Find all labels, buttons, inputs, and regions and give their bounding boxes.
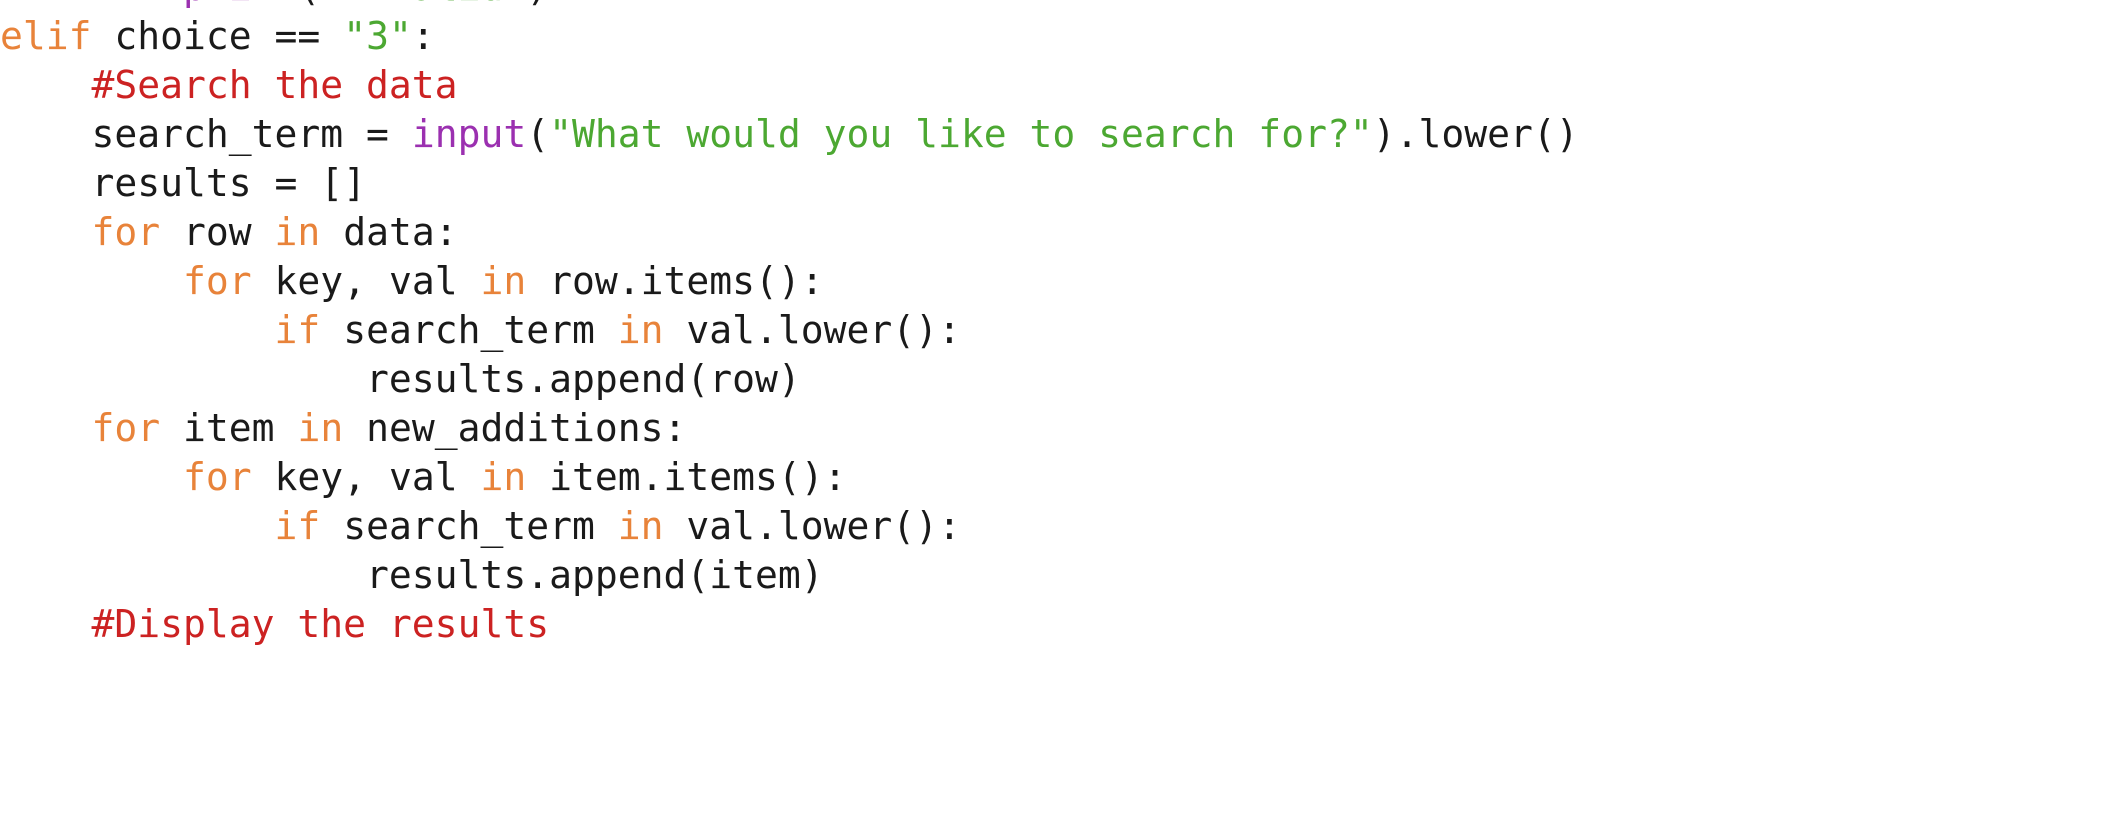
code-token-comment: #Search the data <box>91 63 458 107</box>
code-token-keyword: in <box>480 455 527 499</box>
code-token-keyword: in <box>480 259 527 303</box>
code-token-keyword: if <box>274 308 321 352</box>
code-token-default <box>0 406 92 450</box>
code-line: elif choice == "3": <box>0 12 2110 61</box>
code-token-default <box>0 63 92 107</box>
code-line: #Search the data <box>0 61 2110 110</box>
code-token-default: row <box>160 210 275 254</box>
code-token-keyword: in <box>274 210 321 254</box>
code-token-default <box>0 455 183 499</box>
code-token-default: results.append(item) <box>0 553 824 597</box>
code-line: search_term = input("What would you like… <box>0 110 2110 159</box>
code-line: for item in new_additions: <box>0 404 2110 453</box>
code-line-list: print("Invalid")elif choice == "3": #Sea… <box>0 0 2110 649</box>
code-token-keyword: elif <box>0 14 92 58</box>
code-token-default <box>0 602 92 646</box>
code-token-default: key, val <box>251 455 481 499</box>
code-token-string: "What would you like to search for?" <box>549 112 1373 156</box>
code-line: #Display the results <box>0 600 2110 649</box>
code-token-builtin: print <box>183 0 297 9</box>
code-token-default: key, val <box>251 259 481 303</box>
code-line: for key, val in item.items(): <box>0 453 2110 502</box>
code-token-default: search_term <box>320 308 618 352</box>
code-token-default: val.lower(): <box>663 308 961 352</box>
code-line: results.append(row) <box>0 355 2110 404</box>
code-token-default: ) <box>526 0 549 9</box>
code-line: for key, val in row.items(): <box>0 257 2110 306</box>
code-token-default <box>0 259 183 303</box>
code-token-default <box>0 210 92 254</box>
code-token-default: ( <box>526 112 550 156</box>
code-token-default: item <box>160 406 298 450</box>
code-token-builtin: input <box>411 112 527 156</box>
code-line: results = [] <box>0 159 2110 208</box>
code-token-keyword: for <box>183 455 252 499</box>
code-token-default: results.append(row) <box>0 357 801 401</box>
code-token-default: search_term <box>320 504 618 548</box>
code-token-keyword: in <box>617 504 664 548</box>
code-token-keyword: in <box>297 406 344 450</box>
code-token-default <box>0 0 183 9</box>
code-token-string: "3" <box>343 14 412 58</box>
code-token-keyword: for <box>91 406 161 450</box>
code-line: results.append(item) <box>0 551 2110 600</box>
code-token-default: data: <box>320 210 458 254</box>
code-token-default: : <box>411 14 435 58</box>
code-line: if search_term in val.lower(): <box>0 306 2110 355</box>
code-token-default: results = [] <box>0 161 367 205</box>
code-token-keyword: for <box>183 259 252 303</box>
code-token-default: val.lower(): <box>663 504 961 548</box>
code-token-default <box>0 504 275 548</box>
code-token-default: ).lower() <box>1372 112 1579 156</box>
code-token-keyword: for <box>91 210 161 254</box>
code-editor-surface[interactable]: print("Invalid")elif choice == "3": #Sea… <box>0 0 2110 816</box>
code-line: if search_term in val.lower(): <box>0 502 2110 551</box>
code-line: for row in data: <box>0 208 2110 257</box>
code-line: print("Invalid") <box>0 0 2110 12</box>
code-token-default: choice == <box>91 14 344 58</box>
code-token-default: search_term = <box>0 112 412 156</box>
code-token-comment: #Display the results <box>91 602 550 646</box>
code-token-keyword: in <box>617 308 664 352</box>
code-token-string: "Invalid" <box>320 0 526 9</box>
code-token-default: item.items(): <box>526 455 847 499</box>
code-token-default: new_additions: <box>343 406 687 450</box>
code-token-default: row.items(): <box>526 259 824 303</box>
code-token-keyword: if <box>274 504 321 548</box>
code-token-default: ( <box>297 0 320 9</box>
code-token-default <box>0 308 275 352</box>
